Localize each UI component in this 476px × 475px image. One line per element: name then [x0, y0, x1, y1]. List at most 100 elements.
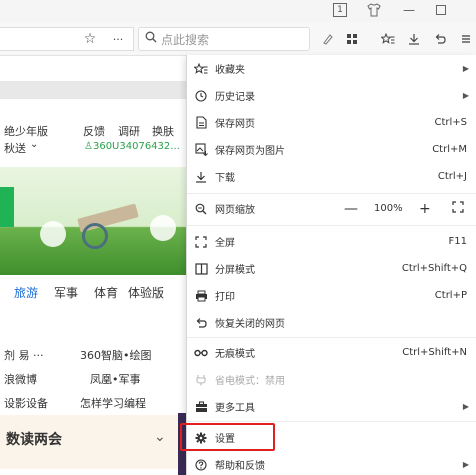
menu-item-label: 保存网页	[215, 119, 255, 130]
menu-item-label: 网页缩放	[215, 205, 255, 216]
menu-item-label: 帮助和反馈	[215, 461, 265, 472]
menu-item-favorites[interactable]: 收藏夹 ▶	[187, 55, 476, 82]
nav-item-sports[interactable]: 体育	[94, 284, 118, 301]
brush-icon[interactable]	[318, 29, 338, 49]
menu-item-download[interactable]: 下载 Ctrl+J	[187, 163, 476, 190]
header-band	[0, 81, 190, 99]
menu-item-label: 更多工具	[215, 403, 255, 414]
tree-shape	[40, 221, 66, 247]
power-save-icon	[194, 373, 208, 387]
favorites-icon[interactable]	[378, 29, 398, 49]
fullscreen-icon	[194, 235, 208, 249]
settings-gear-icon	[194, 431, 208, 445]
menu-item-label: 恢复关闭的网页	[215, 319, 285, 330]
bookmark-star-icon[interactable]: ☆	[80, 29, 100, 49]
menu-item-restore-closed[interactable]: 恢复关闭的网页	[187, 309, 476, 336]
restore-tab-icon	[194, 316, 208, 330]
tab-count-badge[interactable]: 1	[333, 3, 347, 17]
submenu-arrow-icon: ▶	[462, 460, 469, 469]
submenu-arrow-icon: ▶	[462, 64, 469, 73]
menu-item-label: 省电模式：禁用	[215, 376, 285, 387]
search-icon	[145, 31, 157, 47]
user-icon: ♙	[84, 141, 93, 152]
nav-item-travel[interactable]: 旅游	[14, 284, 38, 301]
menu-item-label: 打印	[215, 292, 235, 303]
menu-item-label: 保存网页为图片	[215, 146, 285, 157]
menu-item-power-save: 省电模式：禁用	[187, 366, 476, 393]
menu-item-label: 下载	[215, 173, 235, 184]
menu-item-label: 全屏	[215, 238, 235, 249]
zoom-in-button[interactable]: +	[419, 201, 431, 217]
menu-item-save-page[interactable]: 保存网页 Ctrl+S	[187, 109, 476, 136]
submenu-arrow-icon: ▶	[462, 91, 469, 100]
link-right-3[interactable]: 怎样学习编程	[80, 395, 146, 411]
undo-icon[interactable]	[430, 29, 450, 49]
submenu-arrow-icon: ▶	[462, 402, 469, 411]
shortcut-label: Ctrl+J	[437, 171, 467, 182]
zoom-out-button[interactable]: —	[344, 201, 358, 217]
menu-item-label: 历史记录	[215, 92, 255, 103]
feedback-link[interactable]: 反馈	[83, 123, 105, 139]
menu-item-label: 设置	[215, 434, 235, 445]
menu-item-print[interactable]: 打印 Ctrl+P	[187, 282, 476, 309]
split-screen-icon	[194, 262, 208, 276]
minimize-button[interactable]: —	[402, 1, 416, 19]
shortcut-label: Ctrl+Shift+N	[402, 347, 467, 358]
save-image-icon	[194, 143, 208, 157]
help-icon	[194, 458, 208, 472]
menu-item-incognito[interactable]: 无痕模式 Ctrl+Shift+N	[187, 339, 476, 366]
favorites-icon	[194, 62, 208, 76]
nav-item-beta[interactable]: 体验版	[128, 284, 164, 301]
menu-item-split-screen[interactable]: 分屏模式 Ctrl+Shift+Q	[187, 255, 476, 282]
maximize-icon	[436, 5, 446, 15]
search-input[interactable]: 点此搜索	[138, 27, 310, 51]
link-left-2[interactable]: 浪微博	[4, 371, 37, 387]
zoom-icon	[194, 202, 208, 216]
grid-icon[interactable]	[342, 29, 362, 49]
menu-item-settings[interactable]: 设置	[187, 424, 476, 451]
menu-separator	[187, 225, 476, 226]
user-id-link[interactable]: ♙360U34076432...	[84, 141, 180, 152]
menu-item-label: 无痕模式	[215, 349, 255, 360]
shortcut-label: Ctrl+M	[432, 144, 467, 155]
zoom-level-value: 100%	[374, 203, 403, 214]
shortcut-label: Ctrl+S	[434, 117, 467, 128]
toolbox-icon	[194, 400, 208, 414]
link-right-2[interactable]: 凤凰•军事	[90, 371, 141, 387]
hero-banner-image[interactable]	[0, 167, 186, 275]
menu-item-zoom: 网页缩放 — 100% +	[187, 195, 476, 222]
menu-item-fullscreen[interactable]: 全屏 F11	[187, 228, 476, 255]
menu-item-more-tools[interactable]: 更多工具 ▶	[187, 393, 476, 420]
menu-separator	[187, 193, 476, 194]
user-id-text: 360U34076432...	[92, 141, 180, 152]
teen-mode-label[interactable]: 绝少年版	[4, 123, 48, 139]
nav-item-military[interactable]: 军事	[54, 284, 78, 301]
wheel-illustration	[82, 223, 108, 249]
search-placeholder: 点此搜索	[161, 32, 210, 47]
chevron-down-icon[interactable]: ⌄	[30, 139, 38, 150]
menu-separator	[187, 337, 476, 338]
menu-item-help-feedback[interactable]: 帮助和反馈 ▶	[187, 451, 476, 475]
survey-link[interactable]: 调研	[118, 123, 140, 139]
more-actions-icon[interactable]: ···	[108, 29, 128, 49]
green-block	[0, 187, 14, 227]
dark-strip	[178, 413, 186, 475]
link-left-3[interactable]: 设影设备	[4, 395, 48, 411]
link-left-1[interactable]: 剂 易 ···	[4, 347, 43, 363]
skin-link[interactable]: 换肤	[152, 123, 174, 139]
menu-separator	[187, 421, 476, 422]
send-label[interactable]: 秋送	[4, 140, 26, 156]
browser-main-menu: 收藏夹 ▶ 历史记录 ▶ 保存网页 Ctrl+S 保存网页为图片 Ctrl+M …	[186, 55, 476, 475]
menu-item-history[interactable]: 历史记录 ▶	[187, 82, 476, 109]
download-icon[interactable]	[404, 29, 424, 49]
chevron-down-icon[interactable]: ⌄	[154, 429, 166, 445]
menu-item-save-as-image[interactable]: 保存网页为图片 Ctrl+M	[187, 136, 476, 163]
skin-shirt-icon[interactable]	[366, 1, 382, 19]
save-page-icon	[194, 116, 208, 130]
download-icon	[194, 170, 208, 184]
fit-page-icon[interactable]	[452, 201, 464, 216]
link-right-1[interactable]: 360智脑•绘图	[80, 347, 151, 363]
menu-icon[interactable]	[456, 29, 476, 49]
maximize-button[interactable]	[434, 1, 448, 19]
tree-shape	[150, 215, 176, 241]
